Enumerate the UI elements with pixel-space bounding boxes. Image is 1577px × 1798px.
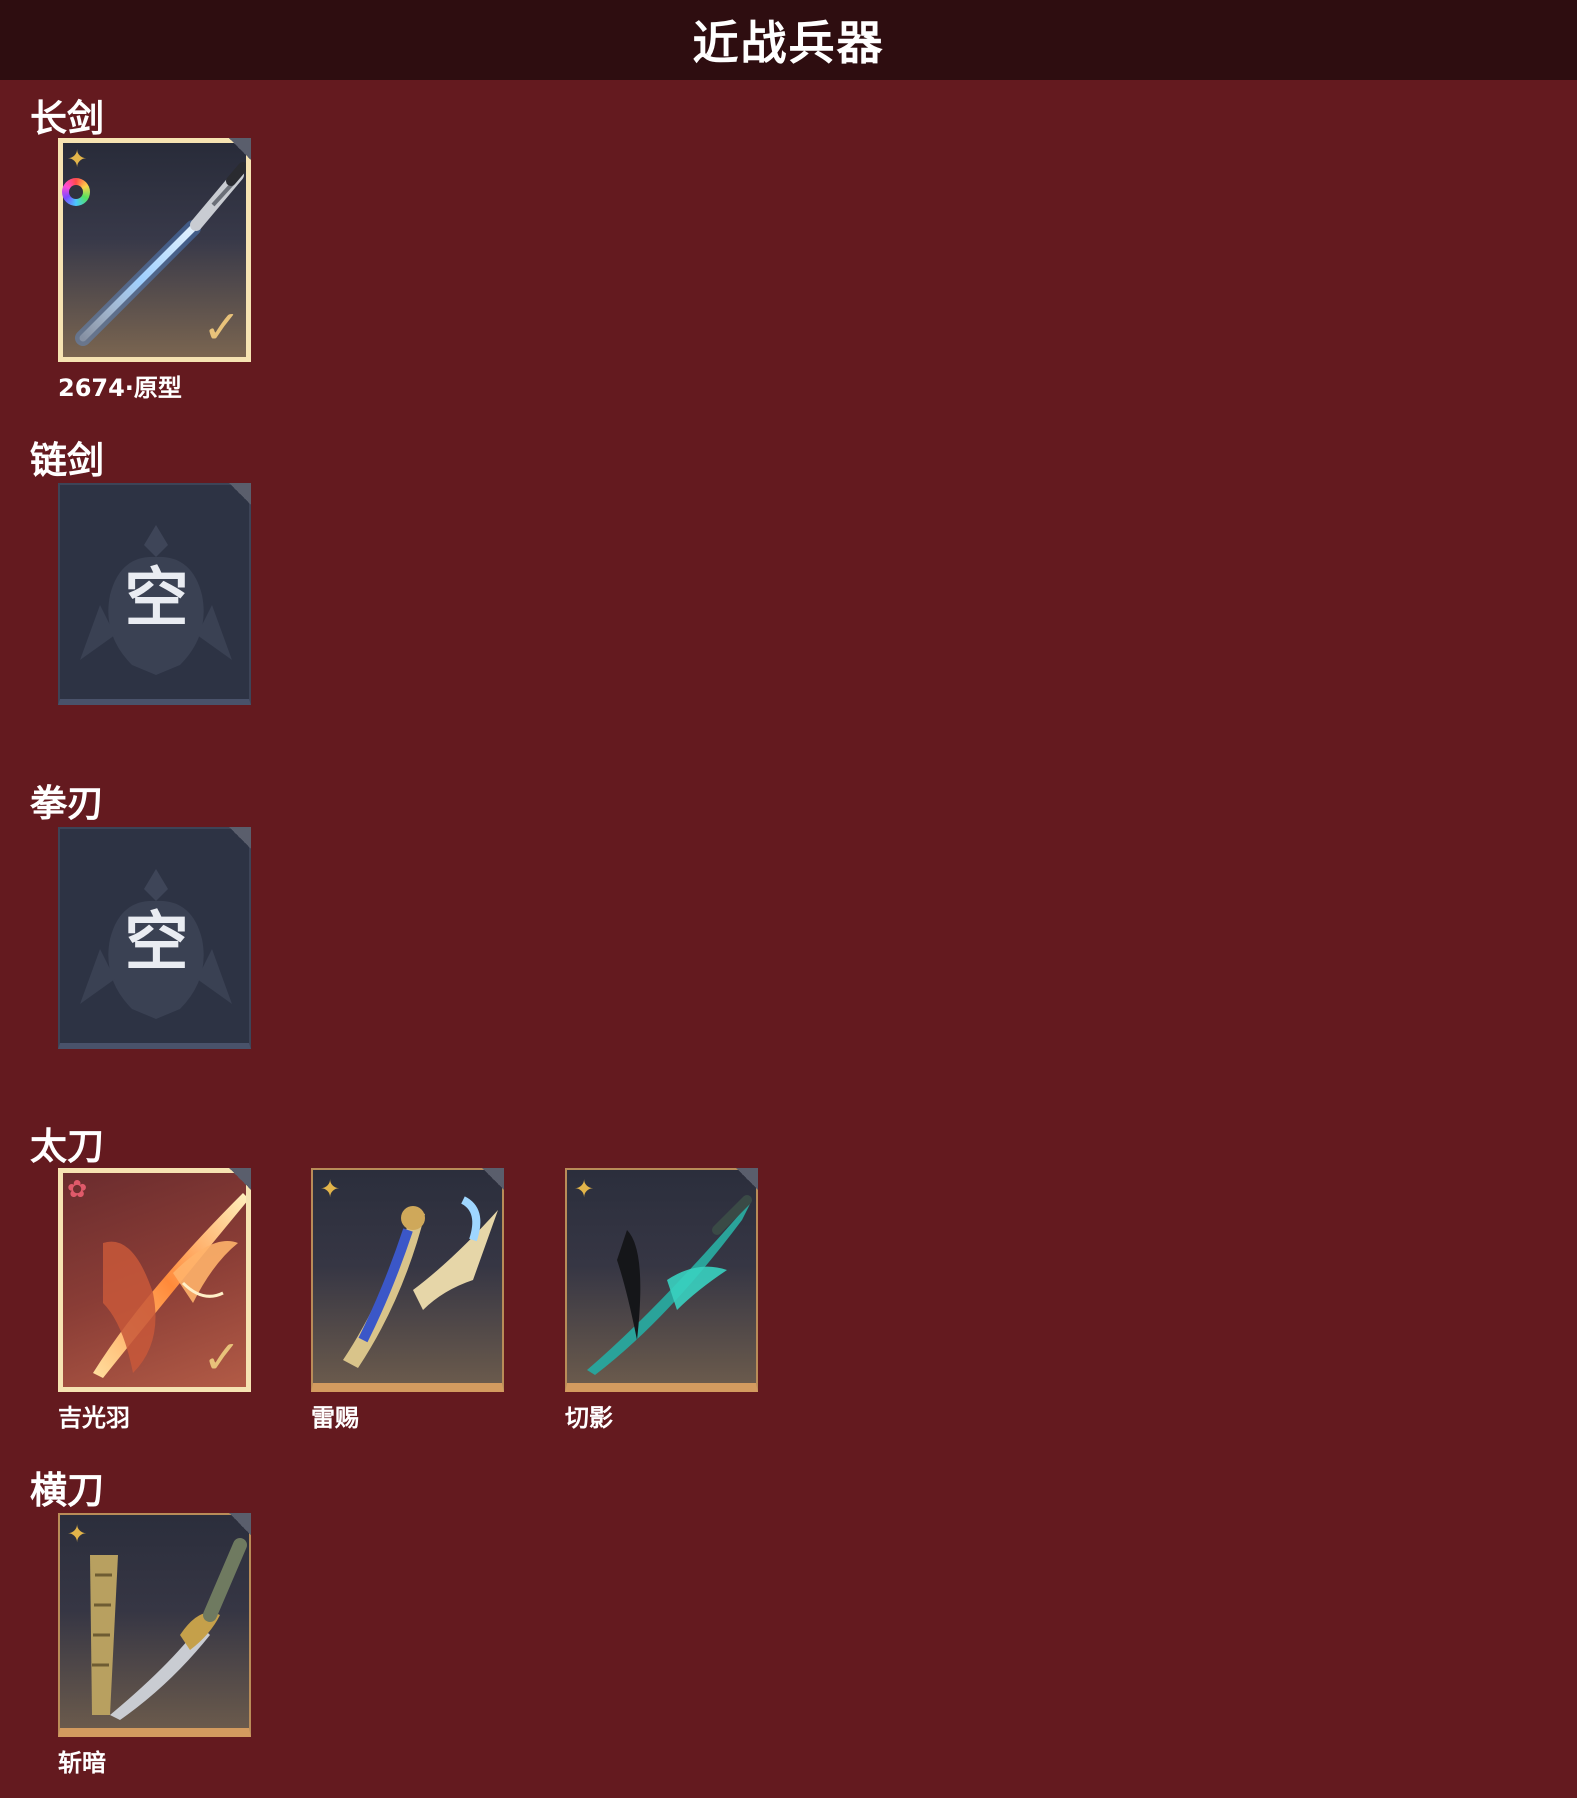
corner-tab bbox=[229, 1168, 251, 1190]
rarity-star-icon: ✦ bbox=[574, 1175, 595, 1203]
rarity-star-icon: ✦ bbox=[320, 1175, 341, 1203]
weapon-card-leici[interactable]: ✦ bbox=[311, 1168, 504, 1392]
weapon-name: 2674·原型 bbox=[58, 374, 182, 402]
weapon-card-qieying[interactable]: ✦ bbox=[565, 1168, 758, 1392]
section-chainsword: 链剑 空 bbox=[0, 430, 1577, 730]
header-bar: 近战兵器 bbox=[0, 0, 1577, 80]
weapon-name: 斩暗 bbox=[58, 1749, 106, 1777]
section-longsword: 长剑 ✦ ✓ 2674·原型 bbox=[0, 88, 1577, 408]
empty-label: 空 bbox=[124, 561, 189, 636]
rarity-star-icon: ✦ bbox=[67, 145, 88, 173]
rarity-star-icon: ✦ bbox=[67, 1520, 88, 1548]
corner-tab bbox=[736, 1168, 758, 1190]
equipped-check-icon: ✓ bbox=[202, 300, 241, 354]
weapon-name: 雷赐 bbox=[311, 1404, 359, 1432]
section-title: 链剑 bbox=[30, 439, 104, 482]
weapon-card-2674-prototype[interactable]: ✦ ✓ bbox=[58, 138, 251, 362]
equipped-check-icon: ✓ bbox=[202, 1330, 241, 1384]
rarity-star-icon: ✿ bbox=[67, 1175, 88, 1203]
corner-tab bbox=[229, 1513, 251, 1535]
section-title: 长剑 bbox=[30, 97, 104, 140]
corner-tab bbox=[229, 138, 251, 160]
section-fistblade: 拳刃 空 bbox=[0, 773, 1577, 1073]
weapon-card-zhanan[interactable]: ✦ bbox=[58, 1513, 251, 1737]
section-title: 横刀 bbox=[30, 1469, 104, 1512]
section-broadsword: 横刀 ✦ 斩暗 bbox=[0, 1460, 1577, 1780]
page-title: 近战兵器 bbox=[692, 16, 885, 70]
section-title: 太刀 bbox=[30, 1125, 104, 1168]
color-wheel-icon bbox=[62, 178, 90, 206]
weapon-card-jiguangyu[interactable]: ✿ ✓ bbox=[58, 1168, 251, 1392]
empty-slot[interactable]: 空 bbox=[58, 827, 251, 1049]
broadsword-icon bbox=[90, 1538, 247, 1720]
section-katana: 太刀 ✿ ✓ 吉光羽 ✦ 雷赐 ✦ 切影 bbox=[0, 1116, 1577, 1436]
card-frame: 空 bbox=[58, 827, 251, 1049]
card-frame: 空 bbox=[58, 483, 251, 705]
thunder-katana-icon bbox=[343, 1196, 498, 1368]
section-title: 拳刃 bbox=[30, 782, 104, 825]
weapon-name: 吉光羽 bbox=[58, 1404, 130, 1432]
corner-tab bbox=[482, 1168, 504, 1190]
empty-slot[interactable]: 空 bbox=[58, 483, 251, 705]
weapon-name: 切影 bbox=[565, 1404, 613, 1432]
empty-label: 空 bbox=[124, 905, 189, 980]
shadow-katana-icon bbox=[587, 1195, 752, 1375]
